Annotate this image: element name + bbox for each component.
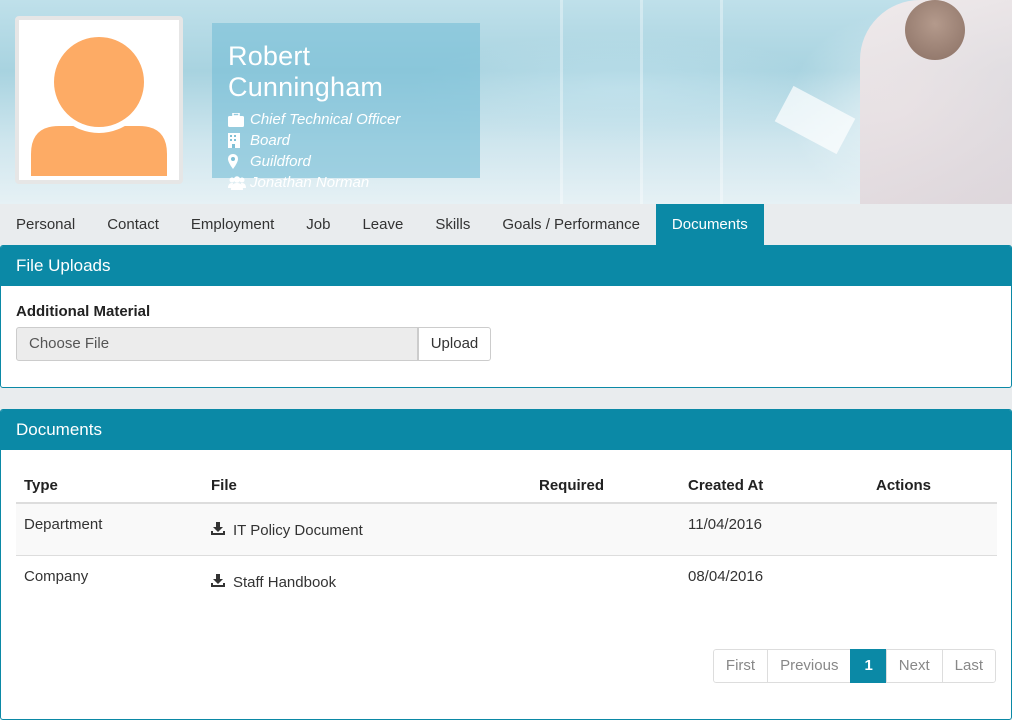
column-header-type[interactable]: Type bbox=[16, 468, 203, 504]
banner-decoration bbox=[774, 85, 856, 155]
file-name[interactable]: Staff Handbook bbox=[233, 574, 336, 591]
avatar[interactable] bbox=[15, 16, 183, 184]
tab-contact[interactable]: Contact bbox=[91, 204, 175, 245]
banner-decoration bbox=[720, 0, 723, 204]
cell-file: Staff Handbook bbox=[203, 555, 531, 607]
panel-heading: File Uploads bbox=[1, 246, 1011, 286]
user-silhouette-icon bbox=[31, 31, 167, 176]
tab-documents[interactable]: Documents bbox=[655, 204, 764, 245]
cell-required bbox=[531, 555, 680, 607]
column-header-required[interactable]: Required bbox=[531, 468, 680, 504]
pagination: First Previous 1 Next Last bbox=[712, 649, 996, 683]
manager-line: Jonathan Norman bbox=[228, 172, 464, 193]
banner-decoration bbox=[905, 0, 965, 60]
pagination-current-page[interactable]: 1 bbox=[850, 649, 887, 683]
panel-heading: Documents bbox=[1, 410, 1011, 450]
column-header-actions: Actions bbox=[868, 468, 997, 504]
cell-actions bbox=[868, 555, 997, 607]
profile-tabs: Personal Contact Employment Job Leave Sk… bbox=[0, 204, 1012, 245]
cell-actions bbox=[868, 503, 997, 556]
banner-decoration bbox=[640, 0, 643, 204]
building-icon bbox=[228, 133, 250, 148]
banner-decoration bbox=[560, 0, 563, 204]
profile-name: Robert Cunningham bbox=[228, 41, 384, 102]
download-link[interactable]: Staff Handbook bbox=[211, 573, 336, 591]
tab-goals-performance[interactable]: Goals / Performance bbox=[486, 204, 656, 245]
manager: Jonathan Norman bbox=[250, 174, 370, 191]
tab-leave[interactable]: Leave bbox=[346, 204, 419, 245]
tab-personal[interactable]: Personal bbox=[0, 204, 91, 245]
table-header-row: Type File Required Created At Actions bbox=[16, 468, 997, 504]
file-name[interactable]: IT Policy Document bbox=[233, 522, 363, 539]
users-icon bbox=[228, 175, 250, 190]
job-title-line: Chief Technical Officer bbox=[228, 109, 464, 130]
department: Board bbox=[250, 132, 291, 149]
tab-skills[interactable]: Skills bbox=[419, 204, 486, 245]
cell-created-at: 08/04/2016 bbox=[688, 567, 764, 585]
briefcase-icon bbox=[228, 112, 250, 127]
job-title: Chief Technical Officer bbox=[250, 111, 401, 128]
table-row: Department IT Policy Document 11/04/2016 bbox=[16, 503, 997, 556]
pagination-last[interactable]: Last bbox=[941, 649, 996, 683]
column-header-file[interactable]: File bbox=[203, 468, 531, 504]
pagination-next[interactable]: Next bbox=[885, 649, 943, 683]
cell-file: IT Policy Document bbox=[203, 503, 531, 556]
department-line: Board bbox=[228, 130, 464, 151]
upload-button[interactable]: Upload bbox=[418, 327, 491, 361]
file-uploads-panel: File Uploads Additional Material Choose … bbox=[0, 245, 1012, 388]
cell-type: Company bbox=[24, 567, 89, 585]
column-header-created-at[interactable]: Created At bbox=[680, 468, 868, 504]
location-line: Guildford bbox=[228, 151, 464, 172]
tab-employment[interactable]: Employment bbox=[175, 204, 290, 245]
download-link[interactable]: IT Policy Document bbox=[211, 522, 363, 539]
documents-table: Type File Required Created At Actions De… bbox=[16, 468, 997, 607]
table-row: Company Staff Handbook 08/04/2016 bbox=[16, 555, 997, 607]
cell-type: Department bbox=[16, 503, 203, 556]
cell-required bbox=[531, 503, 680, 556]
file-chooser-input[interactable]: Choose File bbox=[16, 327, 418, 361]
pagination-first[interactable]: First bbox=[712, 649, 769, 683]
location: Guildford bbox=[250, 153, 311, 170]
tab-job[interactable]: Job bbox=[290, 204, 346, 245]
pagination-previous[interactable]: Previous bbox=[767, 649, 852, 683]
documents-panel: Documents Type File Required Created At … bbox=[0, 409, 1012, 720]
cell-created-at: 11/04/2016 bbox=[680, 503, 868, 556]
download-icon bbox=[211, 522, 225, 539]
download-icon bbox=[211, 573, 225, 591]
profile-info-box: Robert Cunningham Chief Technical Office… bbox=[212, 23, 480, 191]
additional-material-label: Additional Material bbox=[16, 303, 151, 320]
map-marker-icon bbox=[228, 154, 250, 169]
